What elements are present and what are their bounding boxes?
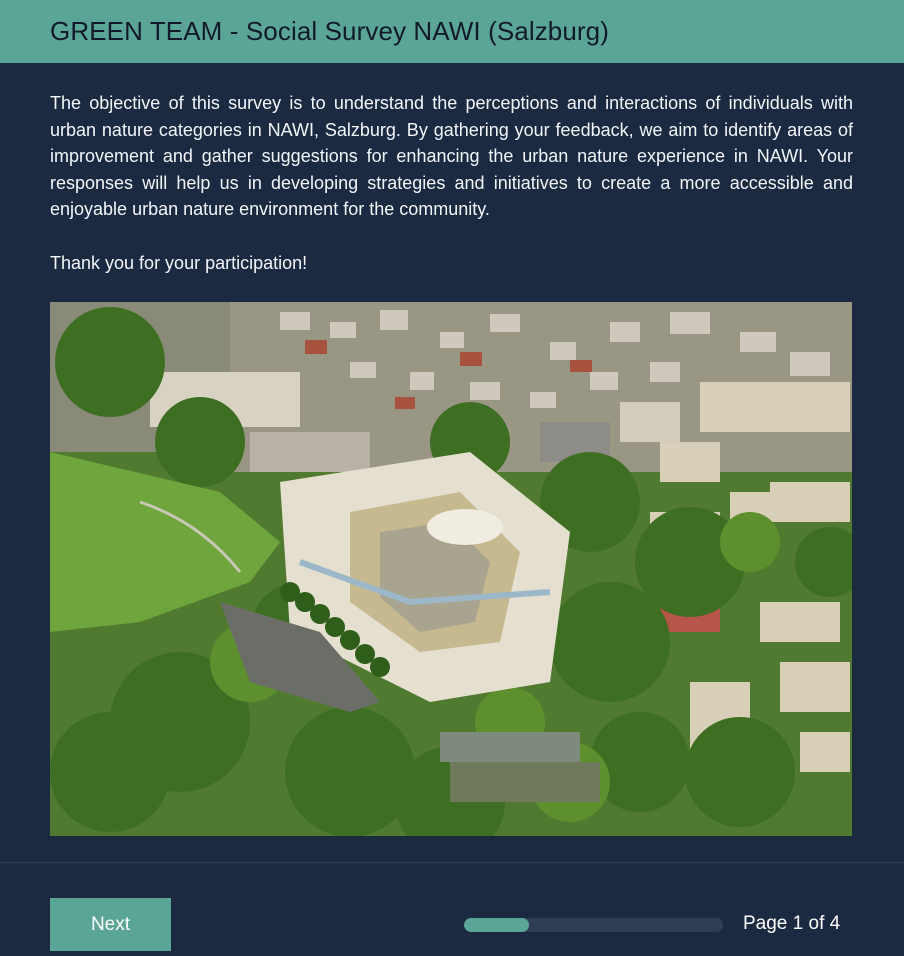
intro-paragraph: The objective of this survey is to under… [50, 93, 853, 219]
thanks-text: Thank you for your participation! [50, 252, 308, 273]
progress-fill [464, 918, 529, 932]
survey-title: GREEN TEAM - Social Survey NAWI (Salzbur… [50, 16, 609, 46]
survey-intro: The objective of this survey is to under… [50, 90, 853, 276]
page-indicator: Page 1 of 4 [743, 913, 841, 934]
footer-divider [0, 862, 904, 863]
survey-header: GREEN TEAM - Social Survey NAWI (Salzbur… [0, 0, 904, 63]
progress-bar [464, 918, 723, 932]
next-button[interactable]: Next [50, 898, 171, 951]
campus-aerial-photo [50, 302, 852, 836]
